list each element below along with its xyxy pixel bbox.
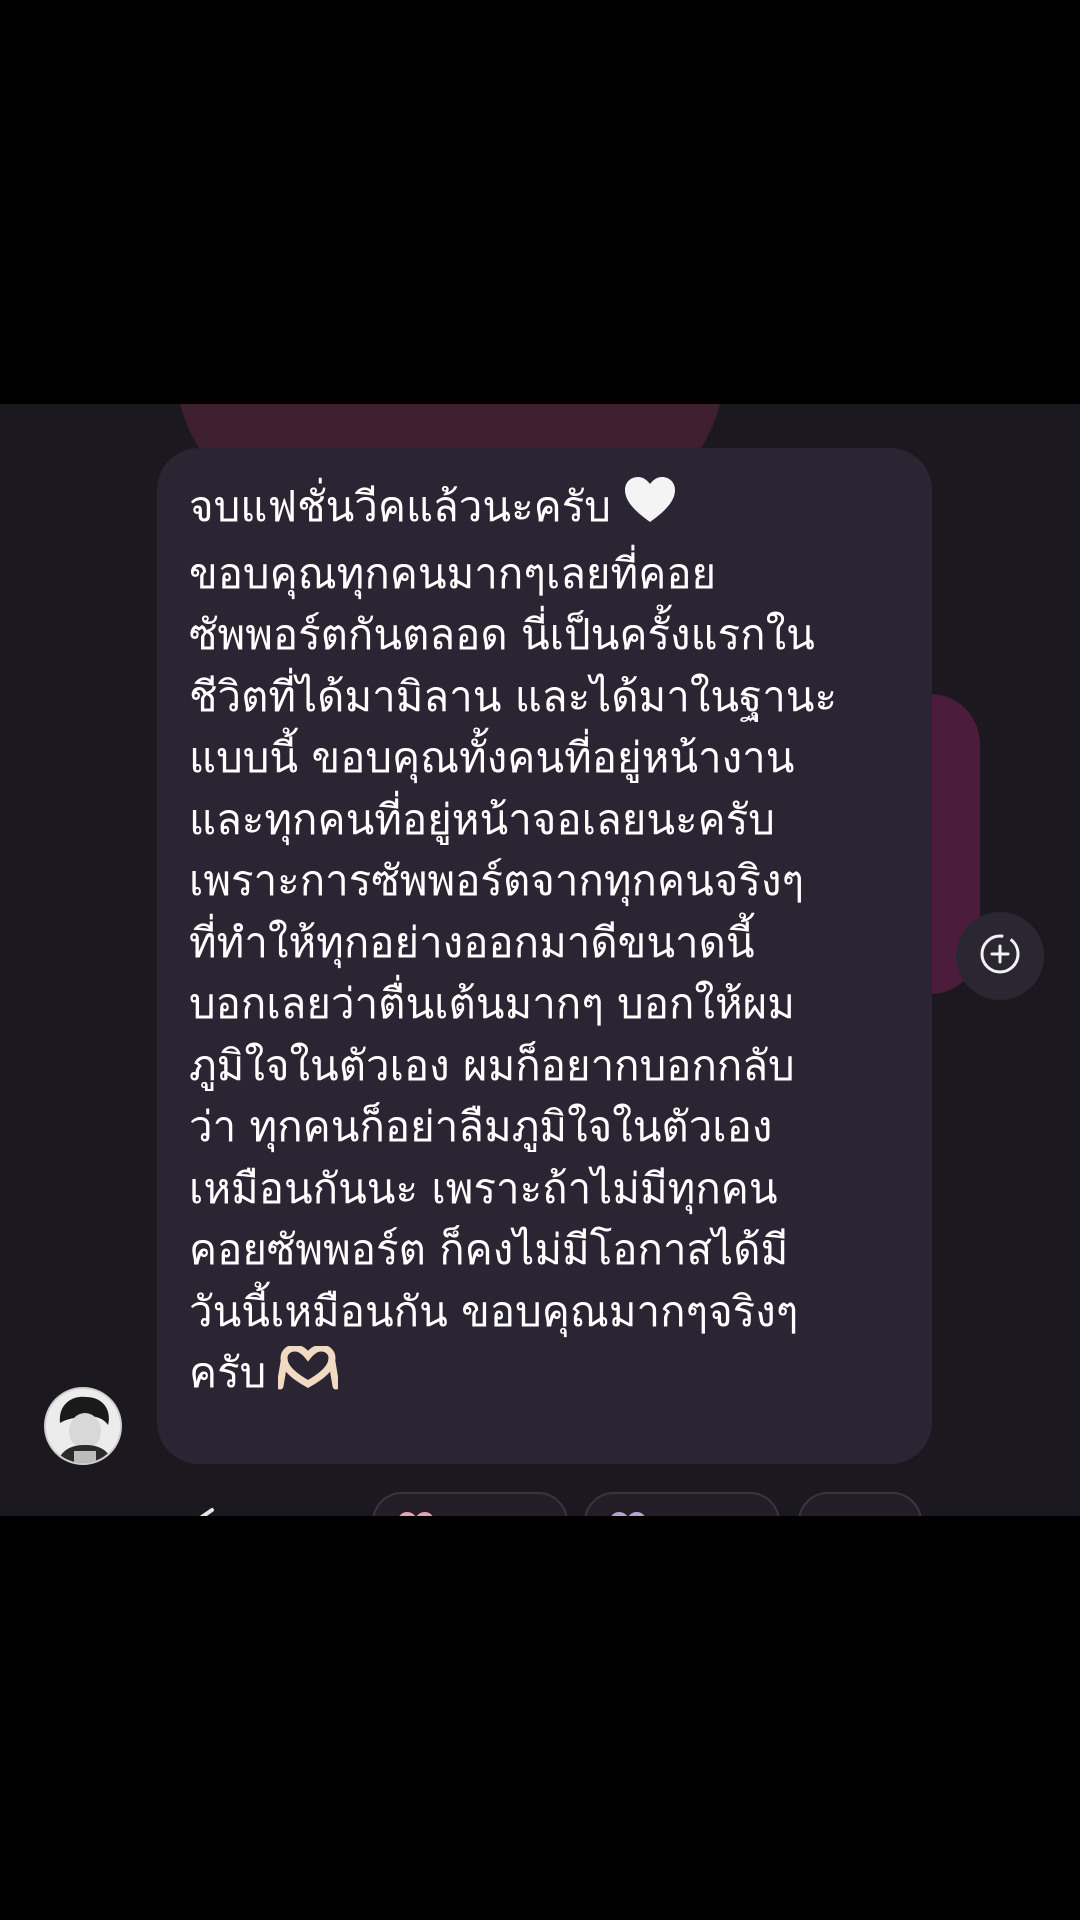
chat-viewport: จบแฟชั่นวีคแล้วนะครับ ขอบคุณทุกคนมากๆเลย… — [0, 404, 1080, 1516]
message-line: คอยซัพพอร์ต ก็คงไม่มีโอกาสได้มี — [189, 1225, 789, 1275]
message-line: วันนี้เหมือนกัน ขอบคุณมากๆจริงๆ — [189, 1286, 799, 1336]
message-line: ว่า ทุกคนก็อย่าลืมภูมิใจในตัวเอง — [189, 1102, 773, 1152]
message-line: ที่ทำให้ทุกอย่างออกมาดีขนาดนี้ — [189, 917, 755, 967]
message-line: ชีวิตที่ได้มามิลาน และได้มาในฐานะ — [189, 671, 838, 721]
reaction-pill-3[interactable] — [798, 1492, 922, 1516]
message-line: ภูมิใจในตัวเอง ผมก็อยากบอกกลับ — [189, 1040, 795, 1090]
reaction-pill-2[interactable] — [584, 1492, 780, 1516]
message-bubble[interactable]: จบแฟชั่นวีคแล้วนะครับ ขอบคุณทุกคนมากๆเลย… — [157, 448, 932, 1464]
purple-heart-icon — [608, 1510, 648, 1516]
share-icon[interactable] — [190, 1506, 216, 1516]
heart-hands-icon — [276, 1344, 340, 1407]
message-line: และทุกคนที่อยู่หน้าจอเลยนะครับ — [189, 794, 775, 844]
message-actions — [0, 1484, 1080, 1516]
message-line: ขอบคุณทุกคนมากๆเลยที่คอย — [189, 548, 717, 598]
pink-heart-icon — [396, 1510, 436, 1516]
message-line: ซัพพอร์ตกันตลอด นี่เป็นครั้งแรกใน — [189, 610, 815, 660]
message-line: เพราะการซัพพอร์ตจากทุกคนจริงๆ — [189, 856, 805, 906]
add-reaction-icon — [978, 932, 1022, 980]
reaction-pill-1[interactable] — [372, 1492, 568, 1516]
white-heart-icon — [623, 476, 677, 543]
screen: จบแฟชั่นวีคแล้วนะครับ ขอบคุณทุกคนมากๆเลย… — [0, 0, 1080, 1920]
add-reaction-button[interactable] — [956, 912, 1044, 1000]
avatar[interactable] — [44, 1387, 122, 1465]
message-line: ครับ — [189, 1342, 900, 1406]
message-line: บอกเลยว่าตื่นเต้นมากๆ บอกให้ผม — [189, 979, 795, 1029]
message-line: แบบนี้ ขอบคุณทั้งคนที่อยู่หน้างาน — [189, 733, 795, 783]
message-line: เหมือนกันนะ เพราะถ้าไม่มีทุกคน — [189, 1163, 778, 1213]
message-line: จบแฟชั่นวีคแล้วนะครับ — [189, 476, 900, 543]
